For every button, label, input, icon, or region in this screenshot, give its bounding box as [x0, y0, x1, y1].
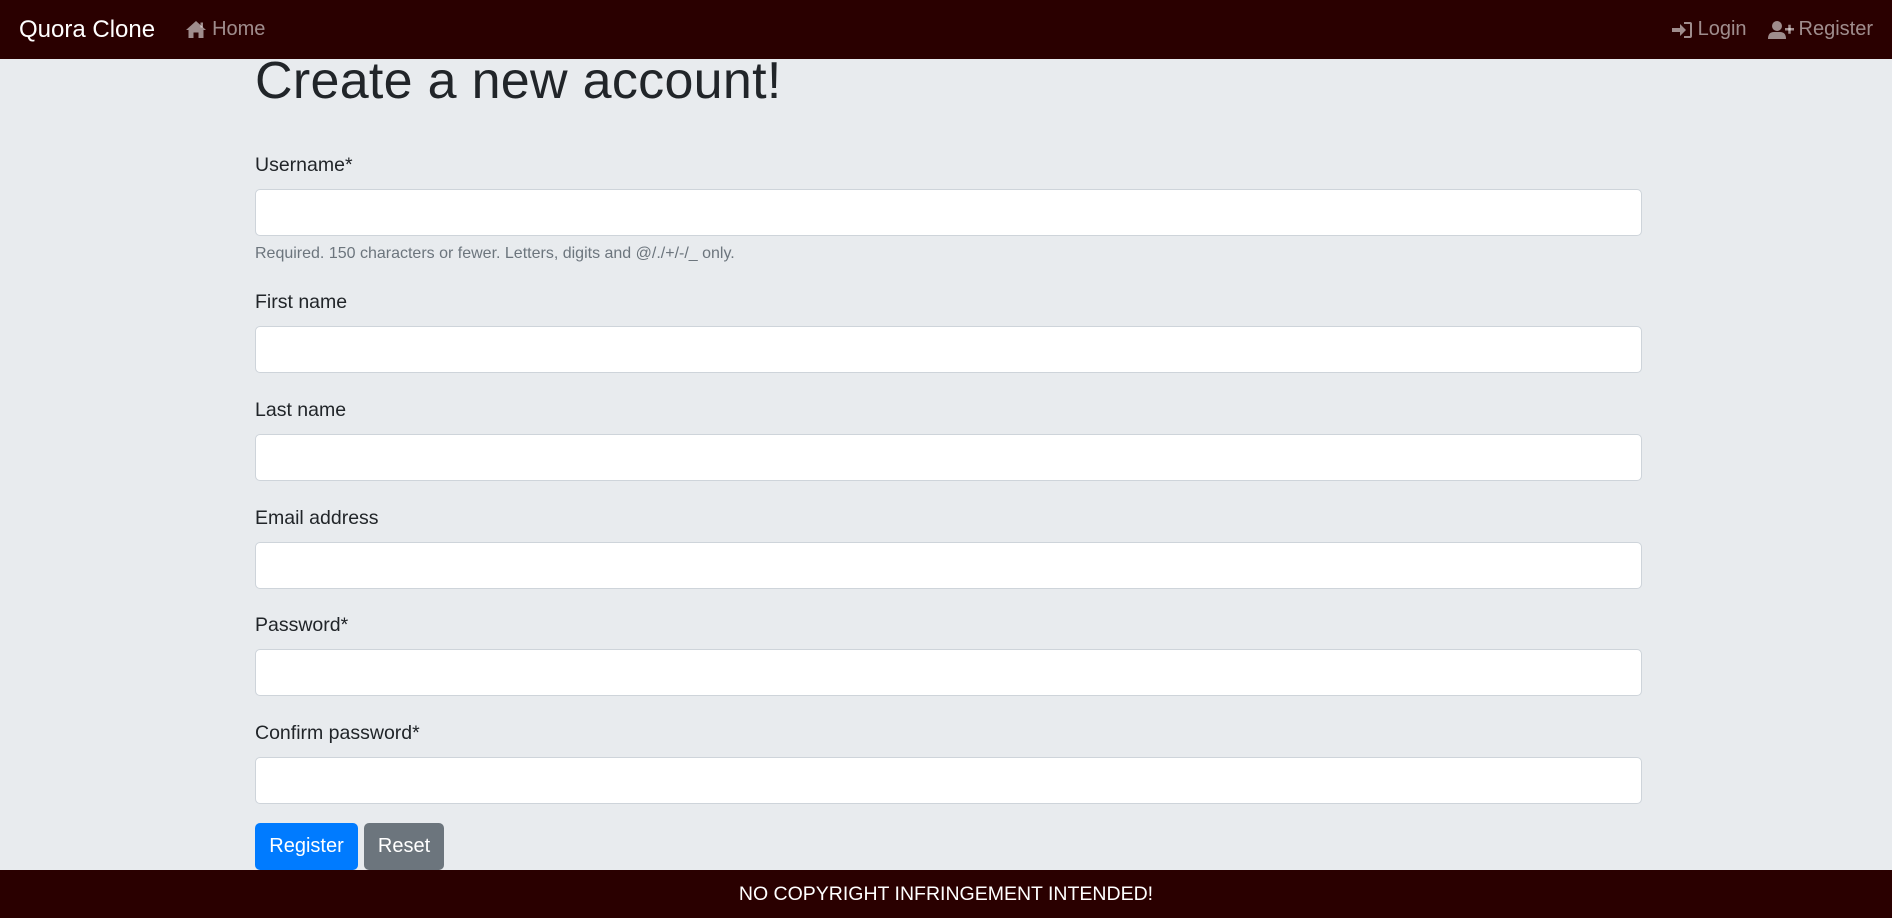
brand-link[interactable]: Quora Clone	[19, 16, 155, 44]
last-name-label: Last name	[255, 399, 347, 421]
confirm-password-input[interactable]	[255, 757, 1642, 804]
home-icon	[186, 21, 207, 38]
register-button[interactable]: Register	[255, 823, 358, 870]
username-label: Username*	[255, 154, 353, 176]
password-label: Password*	[255, 614, 349, 636]
email-input[interactable]	[255, 542, 1642, 589]
footer-text: NO COPYRIGHT INFRINGEMENT INTENDED!	[738, 882, 1154, 905]
username-help-text: Required. 150 characters or fewer. Lette…	[255, 245, 735, 262]
nav-login-label: Login	[1697, 18, 1747, 40]
page-title: Create a new account!	[255, 52, 782, 110]
nav-login-link[interactable]: Login	[1671, 18, 1747, 41]
password-input[interactable]	[255, 649, 1642, 696]
last-name-input[interactable]	[255, 434, 1642, 481]
username-input[interactable]	[255, 189, 1642, 236]
nav-right-group: Login Register	[1671, 18, 1873, 41]
user-plus-icon	[1767, 20, 1794, 39]
nav-register-label: Register	[1798, 18, 1873, 40]
nav-home-link[interactable]: Home	[185, 18, 265, 41]
email-label: Email address	[255, 507, 379, 529]
sign-in-icon	[1671, 21, 1692, 38]
first-name-input[interactable]	[255, 326, 1642, 373]
nav-home-label: Home	[212, 18, 266, 40]
first-name-label: First name	[255, 291, 348, 313]
confirm-password-label: Confirm password*	[255, 722, 420, 744]
footer: NO COPYRIGHT INFRINGEMENT INTENDED!	[0, 870, 1892, 918]
register-form-container: Create a new account!	[255, 50, 1642, 112]
reset-button[interactable]: Reset	[364, 823, 444, 870]
nav-register-link[interactable]: Register	[1767, 18, 1873, 41]
